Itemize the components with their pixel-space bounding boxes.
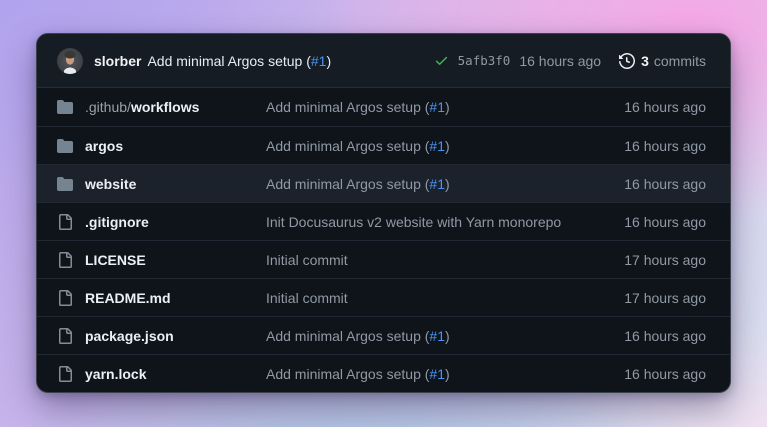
pr-link[interactable]: #1 <box>429 99 445 115</box>
file-icon <box>57 252 73 268</box>
file-name-link[interactable]: package.json <box>85 328 174 344</box>
check-icon[interactable] <box>434 53 449 68</box>
folder-icon <box>57 99 73 115</box>
avatar[interactable] <box>57 48 83 74</box>
file-name-link[interactable]: argos <box>85 138 123 154</box>
folder-icon <box>57 176 73 192</box>
row-commit-message[interactable]: Add minimal Argos setup (#1) <box>266 99 624 115</box>
row-commit-time: 16 hours ago <box>624 138 706 154</box>
row-commit-message[interactable]: Initial commit <box>266 252 624 268</box>
file-row: .gitignore Init Docusaurus v2 website wi… <box>37 202 730 240</box>
file-icon <box>57 328 73 344</box>
file-row: LICENSE Initial commit 17 hours ago <box>37 240 730 278</box>
row-commit-message[interactable]: Add minimal Argos setup (#1) <box>266 176 624 192</box>
file-icon <box>57 290 73 306</box>
pr-link[interactable]: #1 <box>429 328 445 344</box>
row-commit-time: 17 hours ago <box>624 290 706 306</box>
commits-label[interactable]: commits <box>654 53 706 69</box>
commits-count[interactable]: 3 <box>641 53 649 69</box>
latest-commit-header: slorber Add minimal Argos setup (#1) 5af… <box>37 34 730 88</box>
row-commit-message[interactable]: Add minimal Argos setup (#1) <box>266 366 624 382</box>
file-name-link[interactable]: workflows <box>131 99 199 115</box>
row-commit-message[interactable]: Initial commit <box>266 290 624 306</box>
commit-time: 16 hours ago <box>519 53 601 69</box>
file-name-link[interactable]: yarn.lock <box>85 366 146 382</box>
commit-author-link[interactable]: slorber <box>94 53 141 69</box>
commit-message-text: Add minimal Argos setup ( <box>147 53 310 69</box>
file-row: argos Add minimal Argos setup (#1) 16 ho… <box>37 126 730 164</box>
row-commit-time: 16 hours ago <box>624 366 706 382</box>
path-prefix[interactable]: .github/ <box>85 99 131 115</box>
file-row: website Add minimal Argos setup (#1) 16 … <box>37 164 730 202</box>
pr-link[interactable]: #1 <box>311 53 327 69</box>
file-row: yarn.lock Add minimal Argos setup (#1) 1… <box>37 354 730 392</box>
file-row: README.md Initial commit 17 hours ago <box>37 278 730 316</box>
page-background: slorber Add minimal Argos setup (#1) 5af… <box>0 0 767 427</box>
row-commit-time: 16 hours ago <box>624 328 706 344</box>
row-commit-time: 16 hours ago <box>624 176 706 192</box>
pr-link[interactable]: #1 <box>429 138 445 154</box>
file-row: .github/workflows Add minimal Argos setu… <box>37 88 730 126</box>
file-name-link[interactable]: website <box>85 176 136 192</box>
file-row: package.json Add minimal Argos setup (#1… <box>37 316 730 354</box>
pr-link[interactable]: #1 <box>429 366 445 382</box>
file-icon <box>57 366 73 382</box>
file-icon <box>57 214 73 230</box>
row-commit-message[interactable]: Add minimal Argos setup (#1) <box>266 138 624 154</box>
commit-hash-link[interactable]: 5afb3f0 <box>458 53 511 68</box>
folder-icon <box>57 138 73 154</box>
file-name-link[interactable]: LICENSE <box>85 252 146 268</box>
commit-message-close: ) <box>326 53 331 69</box>
row-commit-time: 16 hours ago <box>624 214 706 230</box>
commit-message: Add minimal Argos setup (#1) <box>147 53 331 69</box>
row-commit-time: 16 hours ago <box>624 99 706 115</box>
row-commit-message[interactable]: Init Docusaurus v2 website with Yarn mon… <box>266 214 624 230</box>
file-name-link[interactable]: .gitignore <box>85 214 149 230</box>
pr-link[interactable]: #1 <box>429 176 445 192</box>
history-icon <box>619 53 635 69</box>
repo-file-browser: slorber Add minimal Argos setup (#1) 5af… <box>36 33 731 393</box>
row-commit-time: 17 hours ago <box>624 252 706 268</box>
file-name-link[interactable]: README.md <box>85 290 171 306</box>
file-list: .github/workflows Add minimal Argos setu… <box>37 88 730 392</box>
row-commit-message[interactable]: Add minimal Argos setup (#1) <box>266 328 624 344</box>
